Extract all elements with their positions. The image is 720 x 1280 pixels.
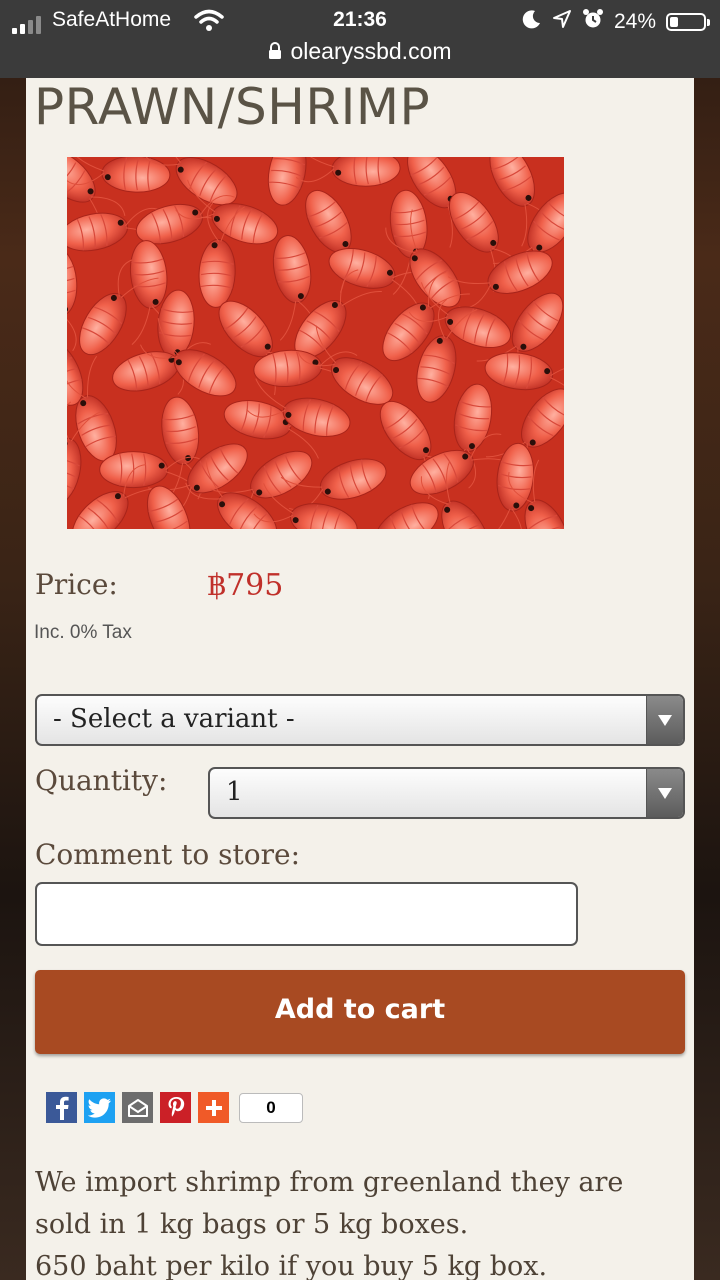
quantity-select[interactable]: 1 [208, 767, 685, 819]
share-bar: 0 [46, 1092, 303, 1123]
tax-note: Inc. 0% Tax [34, 622, 132, 643]
chevron-down-icon [646, 696, 683, 744]
quantity-select-value: 1 [226, 777, 243, 807]
product-title: PRAWN/SHRIMP [34, 78, 431, 136]
lock-icon [268, 39, 282, 66]
product-page: PRAWN/SHRIMP Price: ฿795 Inc. 0% Tax - S… [26, 78, 694, 1280]
comment-label: Comment to store: [35, 838, 301, 871]
facebook-icon[interactable] [46, 1092, 77, 1123]
price-value: ฿795 [207, 568, 284, 603]
product-description: We import shrimp from greenland they are… [35, 1162, 685, 1280]
address-bar[interactable]: olearyssbd.com [0, 38, 720, 66]
add-to-cart-button[interactable]: Add to cart [35, 970, 685, 1054]
url-text: olearyssbd.com [290, 38, 452, 64]
pinterest-icon[interactable] [160, 1092, 191, 1123]
product-image[interactable] [26, 100, 590, 591]
twitter-icon[interactable] [84, 1092, 115, 1123]
comment-input[interactable] [35, 882, 578, 946]
variant-select[interactable]: - Select a variant - [35, 694, 685, 746]
moon-icon [522, 9, 542, 35]
description-line: We import shrimp from greenland they are… [35, 1167, 624, 1240]
battery-icon [666, 13, 710, 31]
share-count: 0 [239, 1092, 303, 1123]
quantity-label: Quantity: [35, 764, 168, 797]
battery-percent: 24% [613, 10, 656, 33]
plus-icon[interactable] [198, 1092, 229, 1123]
email-icon[interactable] [122, 1092, 153, 1123]
description-line: 650 baht per kilo if you buy 5 kg box. [35, 1251, 548, 1280]
variant-select-value: - Select a variant - [53, 704, 295, 734]
chevron-down-icon [646, 769, 683, 817]
price-label: Price: [35, 568, 118, 601]
location-icon [552, 9, 572, 35]
status-bar: SafeAtHome 21:36 24% olearyssbd.com [0, 0, 720, 78]
alarm-icon [582, 8, 604, 36]
